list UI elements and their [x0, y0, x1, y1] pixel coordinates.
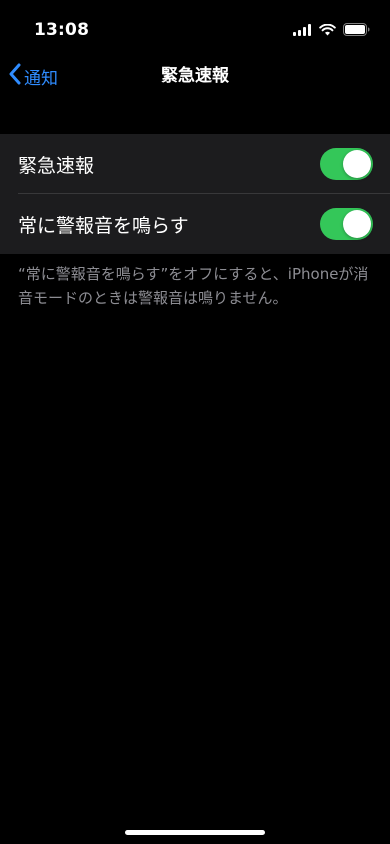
- cellular-signal-icon: [293, 21, 312, 40]
- wifi-icon: [319, 21, 336, 40]
- navigation-bar: 緊急速報 通知: [0, 54, 390, 98]
- always-play-alert-sound-toggle[interactable]: [320, 208, 373, 240]
- chevron-left-icon: [8, 63, 22, 89]
- emergency-alerts-toggle[interactable]: [320, 148, 373, 180]
- back-button[interactable]: 通知: [8, 54, 58, 98]
- status-time: 13:08: [34, 20, 90, 40]
- toggle-knob: [343, 210, 371, 238]
- back-button-label: 通知: [24, 68, 58, 89]
- settings-row-label: 緊急速報: [18, 154, 95, 177]
- settings-group: 緊急速報 常に警報音を鳴らす: [0, 134, 390, 254]
- home-indicator[interactable]: [125, 830, 265, 835]
- battery-icon: [343, 21, 370, 40]
- status-bar: 13:08: [0, 0, 390, 54]
- settings-row-emergency-alerts: 緊急速報: [0, 134, 390, 194]
- settings-row-label: 常に警報音を鳴らす: [18, 214, 189, 237]
- status-icons: [293, 22, 370, 38]
- settings-row-always-play-alert-sound: 常に警報音を鳴らす: [0, 194, 390, 254]
- footer-note: “常に警報音を鳴らす”をオフにすると、iPhoneが消音モードのときは警報音は鳴…: [18, 265, 369, 307]
- page-title: 緊急速報: [161, 66, 229, 86]
- toggle-knob: [343, 150, 371, 178]
